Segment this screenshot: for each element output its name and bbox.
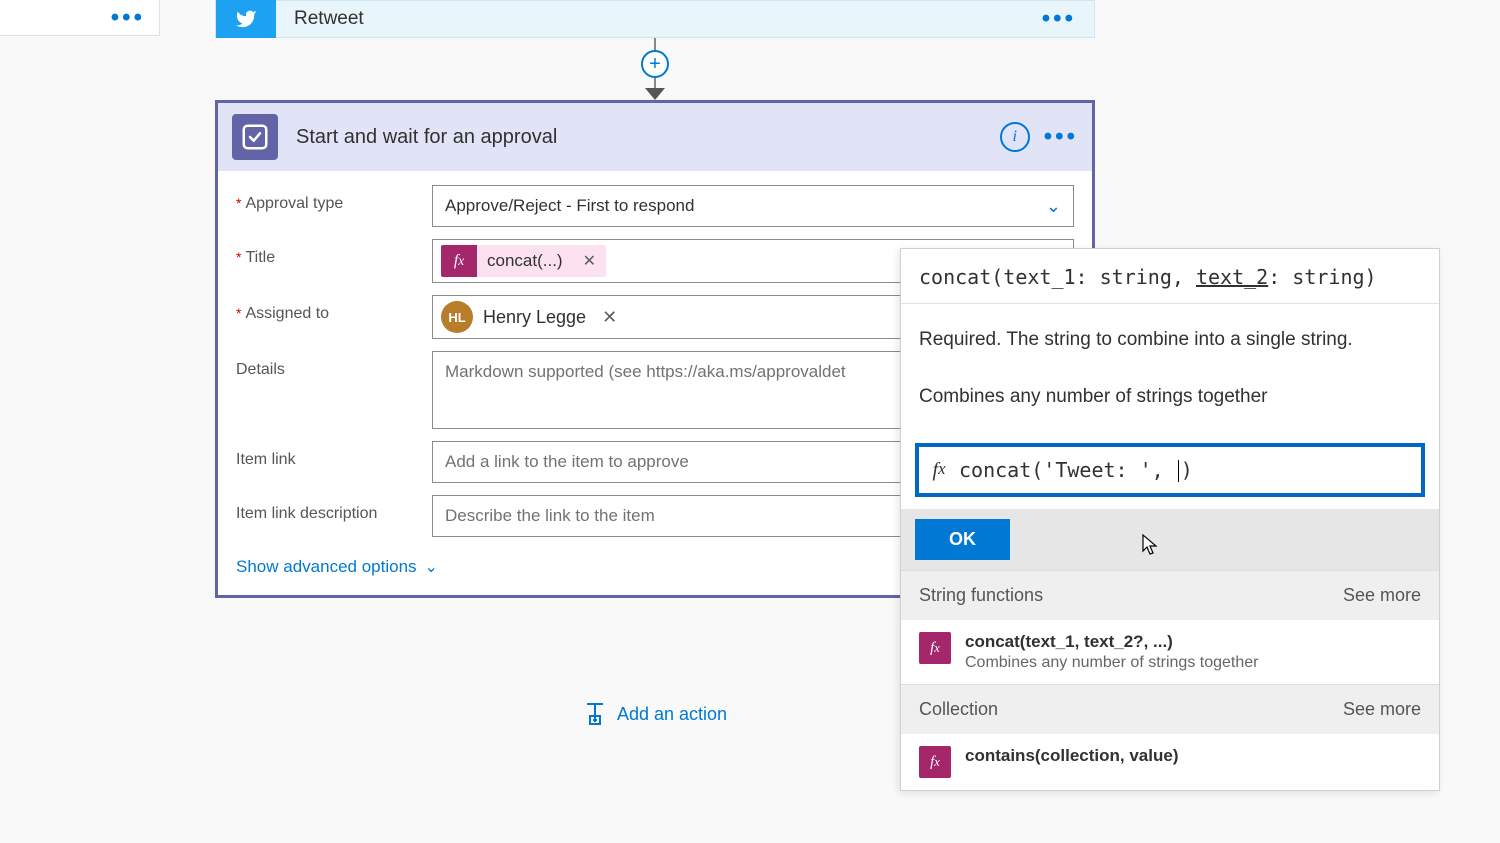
function-name: contains(collection, value) bbox=[965, 746, 1179, 766]
function-signature: concat(text_1: string, text_2: string) bbox=[901, 249, 1439, 304]
ok-button[interactable]: OK bbox=[915, 519, 1010, 560]
approval-type-label: Approval type bbox=[236, 185, 432, 213]
chip-text: concat(...) bbox=[477, 251, 573, 271]
function-name: concat(text_1, text_2?, ...) bbox=[965, 632, 1258, 652]
item-link-desc-placeholder: Describe the link to the item bbox=[445, 506, 655, 526]
expression-input[interactable]: fx concat('Tweet: ', ) bbox=[915, 443, 1425, 497]
add-step-button[interactable]: + bbox=[641, 50, 669, 78]
item-link-desc-label: Item link description bbox=[236, 495, 432, 523]
title-label: Title bbox=[236, 239, 432, 267]
details-placeholder: Markdown supported (see https://aka.ms/a… bbox=[445, 362, 846, 381]
item-link-placeholder: Add a link to the item to approve bbox=[445, 452, 689, 472]
concat-function-item[interactable]: fx concat(text_1, text_2?, ...) Combines… bbox=[901, 620, 1439, 684]
fx-icon: fx bbox=[919, 746, 951, 778]
details-label: Details bbox=[236, 351, 432, 379]
approval-header[interactable]: Start and wait for an approval i ••• bbox=[218, 103, 1092, 171]
expression-flyout: concat(text_1: string, text_2: string) R… bbox=[900, 248, 1440, 791]
left-panel-fragment: ••• bbox=[0, 0, 160, 36]
add-action-icon bbox=[583, 700, 607, 728]
info-icon[interactable]: i bbox=[1000, 122, 1030, 152]
avatar: HL bbox=[441, 301, 473, 333]
person-remove-icon[interactable]: ✕ bbox=[602, 307, 617, 328]
retweet-more-icon[interactable]: ••• bbox=[1042, 13, 1094, 25]
approval-more-icon[interactable]: ••• bbox=[1044, 131, 1078, 143]
chevron-down-icon: ⌄ bbox=[425, 557, 438, 577]
section-label: Collection bbox=[919, 699, 998, 720]
advanced-label: Show advanced options bbox=[236, 557, 417, 577]
approval-title: Start and wait for an approval bbox=[278, 126, 1000, 149]
arrow-down-icon bbox=[645, 88, 665, 100]
expression-text: concat('Tweet: ', ) bbox=[959, 458, 1421, 483]
fx-icon: fx bbox=[919, 459, 959, 482]
function-desc: Combines any number of strings together bbox=[965, 654, 1258, 672]
see-more-link[interactable]: See more bbox=[1343, 699, 1421, 720]
see-more-link[interactable]: See more bbox=[1343, 585, 1421, 606]
add-action-button[interactable]: Add an action bbox=[583, 700, 727, 728]
param-description: Required. The string to combine into a s… bbox=[919, 326, 1421, 355]
fx-icon: fx bbox=[919, 632, 951, 664]
section-label: String functions bbox=[919, 585, 1043, 606]
chevron-down-icon: ⌄ bbox=[1046, 196, 1061, 217]
twitter-icon bbox=[216, 0, 276, 38]
function-description: Combines any number of strings together bbox=[919, 383, 1421, 412]
string-functions-header: String functions See more bbox=[901, 570, 1439, 620]
retweet-title: Retweet bbox=[276, 8, 1042, 30]
assigned-to-label: Assigned to bbox=[236, 295, 432, 323]
fx-icon: fx bbox=[441, 245, 477, 277]
concat-expression-chip[interactable]: fx concat(...) ✕ bbox=[441, 245, 606, 277]
flow-connector: + bbox=[641, 38, 669, 100]
contains-function-item[interactable]: fx contains(collection, value) bbox=[901, 734, 1439, 790]
show-advanced-link[interactable]: Show advanced options ⌄ bbox=[236, 549, 438, 585]
add-action-label: Add an action bbox=[617, 704, 727, 725]
approval-type-select[interactable]: Approve/Reject - First to respond ⌄ bbox=[432, 185, 1074, 227]
item-link-label: Item link bbox=[236, 441, 432, 469]
chip-remove-icon[interactable]: ✕ bbox=[573, 251, 606, 271]
assigned-person-chip[interactable]: HL Henry Legge ✕ bbox=[441, 301, 617, 333]
approval-type-value: Approve/Reject - First to respond bbox=[445, 196, 694, 216]
collection-functions-header: Collection See more bbox=[901, 684, 1439, 734]
retweet-action-card[interactable]: Retweet ••• bbox=[215, 0, 1095, 38]
approval-icon bbox=[232, 114, 278, 160]
left-panel-more-icon[interactable]: ••• bbox=[111, 12, 145, 24]
person-name: Henry Legge bbox=[483, 307, 586, 328]
